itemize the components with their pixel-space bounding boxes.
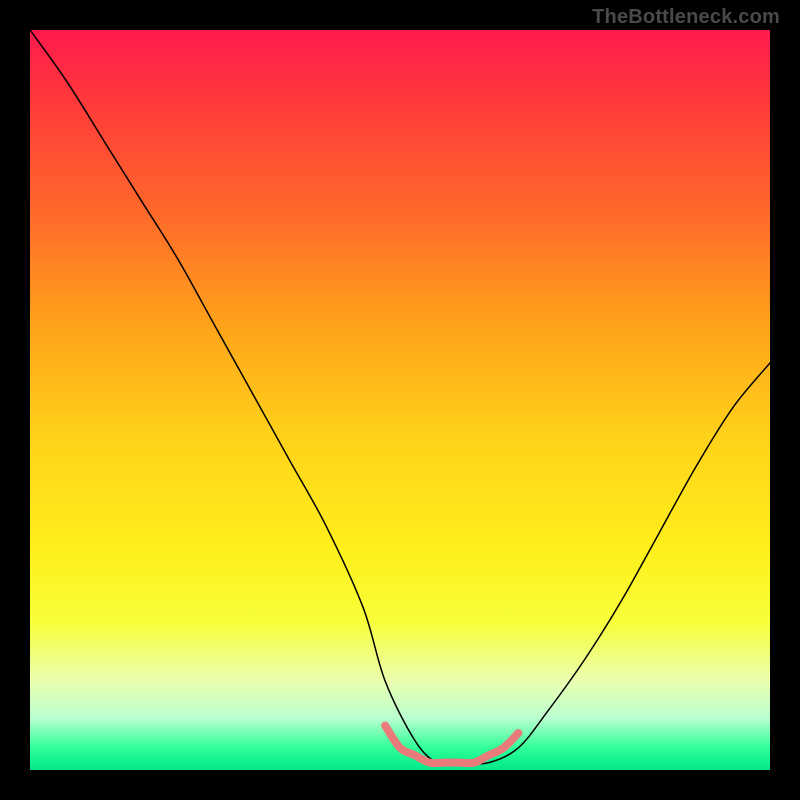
curve-svg [30, 30, 770, 770]
watermark-text: TheBottleneck.com [592, 6, 780, 29]
bottleneck-curve-path [30, 30, 770, 764]
plot-area [30, 30, 770, 770]
chart-frame: TheBottleneck.com [0, 0, 800, 800]
optimum-band-path [385, 726, 518, 764]
